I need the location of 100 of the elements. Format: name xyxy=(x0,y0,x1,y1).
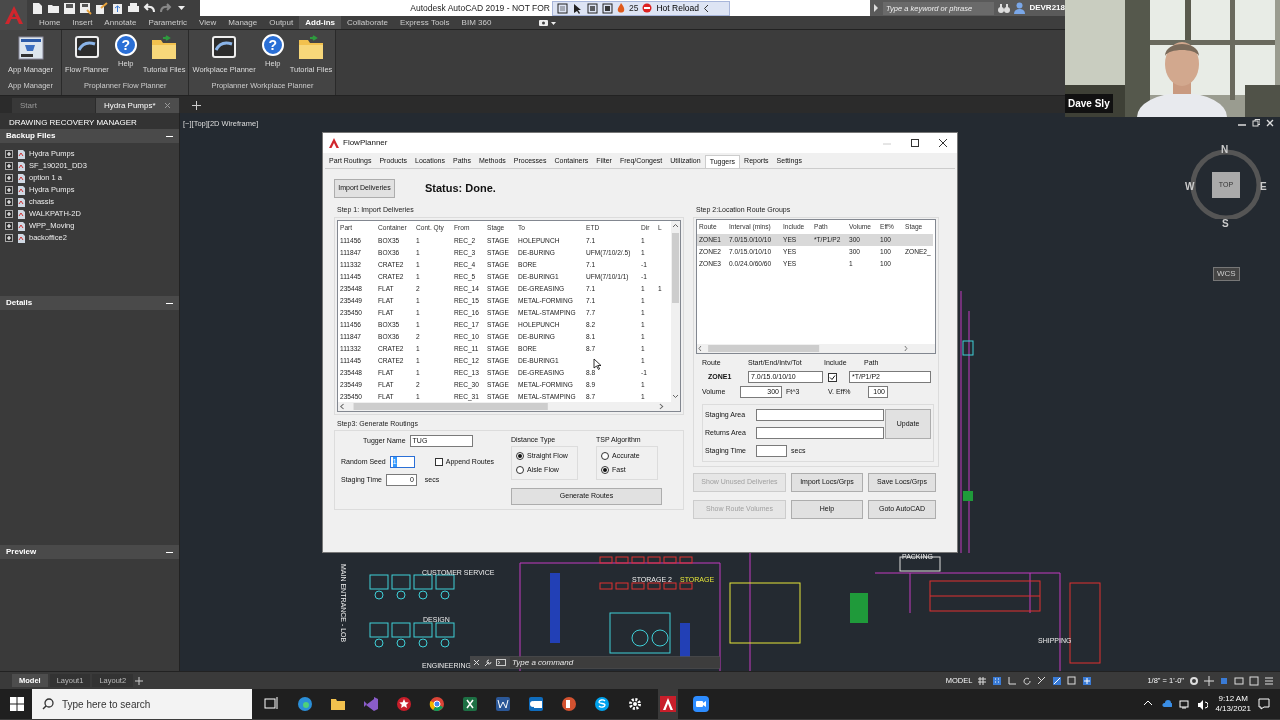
folder-icon xyxy=(330,696,346,712)
new-layout-icon[interactable] xyxy=(135,676,144,685)
expand-icon[interactable] xyxy=(5,162,13,170)
new-tab-icon[interactable] xyxy=(192,101,201,110)
text-field[interactable] xyxy=(756,427,884,439)
command-field[interactable]: Type a command xyxy=(510,657,720,668)
isolate-icon[interactable] xyxy=(1219,675,1229,686)
windows-logo-icon[interactable] xyxy=(10,697,24,711)
taskbar-search-field[interactable]: Type here to search xyxy=(32,689,252,719)
new-file-icon[interactable] xyxy=(31,1,44,15)
osnap-icon[interactable] xyxy=(1037,675,1048,686)
user-icon[interactable] xyxy=(1014,2,1026,14)
expand-icon[interactable] xyxy=(5,150,13,158)
expand-icon[interactable] xyxy=(5,174,13,182)
compass-direction[interactable]: W xyxy=(1185,179,1195,194)
undo-icon[interactable] xyxy=(143,1,156,15)
vertical-scrollbar[interactable] xyxy=(671,220,680,411)
plus-icon[interactable] xyxy=(1204,675,1214,686)
user-name[interactable]: DEVR218 xyxy=(1029,2,1065,14)
ortho-icon[interactable] xyxy=(1007,675,1018,686)
document-icon xyxy=(495,696,511,712)
selection-icon[interactable] xyxy=(1067,675,1078,686)
maximize-icon[interactable] xyxy=(911,139,919,147)
cursor-icon[interactable] xyxy=(572,2,583,14)
checked-box-icon[interactable] xyxy=(828,372,837,382)
ribbon-tab[interactable]: Manage xyxy=(222,16,264,29)
clock-date[interactable]: 4/13/2021 xyxy=(1215,704,1251,714)
expand-icon[interactable] xyxy=(5,234,13,242)
save-as-icon[interactable] xyxy=(79,1,92,15)
upload-icon[interactable] xyxy=(111,1,124,15)
close-icon[interactable] xyxy=(939,139,947,147)
network-icon[interactable] xyxy=(1179,698,1191,710)
wrench-icon[interactable] xyxy=(484,658,492,667)
logo-icon xyxy=(3,5,24,25)
participant-name: Dave Sly xyxy=(1065,94,1113,113)
drawing-file-icon xyxy=(17,209,25,219)
compass-direction[interactable]: N xyxy=(1221,142,1229,157)
palette-title: DRAWING RECOVERY MANAGER xyxy=(0,113,179,129)
compass-direction[interactable]: S xyxy=(1222,216,1229,231)
ribbon-tab[interactable]: Insert xyxy=(66,16,99,29)
annotation-icon[interactable] xyxy=(1082,675,1093,686)
select-element-icon[interactable] xyxy=(557,2,568,14)
volume-icon[interactable] xyxy=(1197,698,1209,710)
expand-icon[interactable] xyxy=(5,222,13,230)
expand-arrow-icon[interactable] xyxy=(873,4,879,12)
section-header[interactable]: Details xyxy=(0,296,179,310)
section-header[interactable]: Preview xyxy=(0,545,179,559)
binoculars-icon[interactable] xyxy=(998,2,1011,14)
grid-icon[interactable] xyxy=(977,675,988,686)
window-title: FlowPlanner xyxy=(343,137,388,149)
notification-icon[interactable] xyxy=(1258,698,1270,710)
ribbon-tab[interactable]: Output xyxy=(263,16,300,29)
ribbon-tab[interactable]: Annotate xyxy=(98,16,143,29)
fullscreen-icon[interactable] xyxy=(1249,675,1259,686)
ribbon-tab[interactable]: BIM 360 xyxy=(455,16,498,29)
layout-icon[interactable] xyxy=(587,2,598,14)
expand-icon[interactable] xyxy=(5,198,13,206)
restore-icon[interactable] xyxy=(1252,119,1260,127)
chevron-left-icon[interactable] xyxy=(703,3,709,13)
ribbon-tab[interactable]: Home xyxy=(33,16,67,29)
inspect-icon[interactable] xyxy=(602,2,613,14)
lineweight-icon[interactable] xyxy=(1052,675,1063,686)
drawing-file-icon xyxy=(17,221,25,231)
status-text: Status: Done. xyxy=(425,180,496,196)
ribbon-tab[interactable]: Parametric xyxy=(142,16,194,29)
section-header[interactable]: Backup Files xyxy=(0,129,179,143)
workspace-toggle-icon[interactable] xyxy=(537,18,558,27)
horizontal-scrollbar[interactable] xyxy=(338,401,671,411)
drawing-file-icon xyxy=(17,161,25,171)
expand-icon[interactable] xyxy=(5,210,13,218)
hot-reload-button[interactable]: Hot Reload xyxy=(642,1,699,15)
text-field[interactable] xyxy=(756,409,884,421)
cloud-icon[interactable] xyxy=(1161,698,1173,710)
drawing-file-icon xyxy=(17,173,25,183)
ribbon-tab[interactable]: Express Tools xyxy=(393,16,456,29)
file-tab[interactable]: Hydra Pumps* xyxy=(96,98,179,113)
ucs-menu[interactable]: WCS xyxy=(1213,267,1240,281)
drawing-file-icon xyxy=(17,149,25,159)
customize-icon[interactable] xyxy=(1264,675,1274,686)
snap-icon[interactable] xyxy=(992,675,1003,686)
polar-icon[interactable] xyxy=(1022,675,1033,686)
taskbar-app-button[interactable] xyxy=(658,689,678,719)
chrome-icon xyxy=(429,696,445,712)
clock-time[interactable]: 9:12 AM xyxy=(1215,694,1251,704)
ribbon-tab[interactable]: Add-ins xyxy=(299,16,341,29)
hardware-icon[interactable] xyxy=(1234,675,1244,686)
horizontal-scrollbar[interactable] xyxy=(697,343,935,353)
file-tab[interactable]: Start xyxy=(12,98,95,113)
expand-icon[interactable] xyxy=(5,186,13,194)
number-field[interactable] xyxy=(756,445,787,457)
ribbon-tab[interactable]: Collaborate xyxy=(341,16,394,29)
compass-direction[interactable]: E xyxy=(1260,179,1267,194)
gear-icon[interactable] xyxy=(1189,675,1199,686)
drawing-file-icon xyxy=(17,233,25,243)
share-icon[interactable] xyxy=(95,1,108,15)
video-call-icon xyxy=(693,696,709,712)
save-icon[interactable] xyxy=(63,1,76,15)
ribbon-tab[interactable]: View xyxy=(193,16,223,29)
print-icon[interactable] xyxy=(127,1,140,15)
help-icon: ? xyxy=(114,34,137,56)
